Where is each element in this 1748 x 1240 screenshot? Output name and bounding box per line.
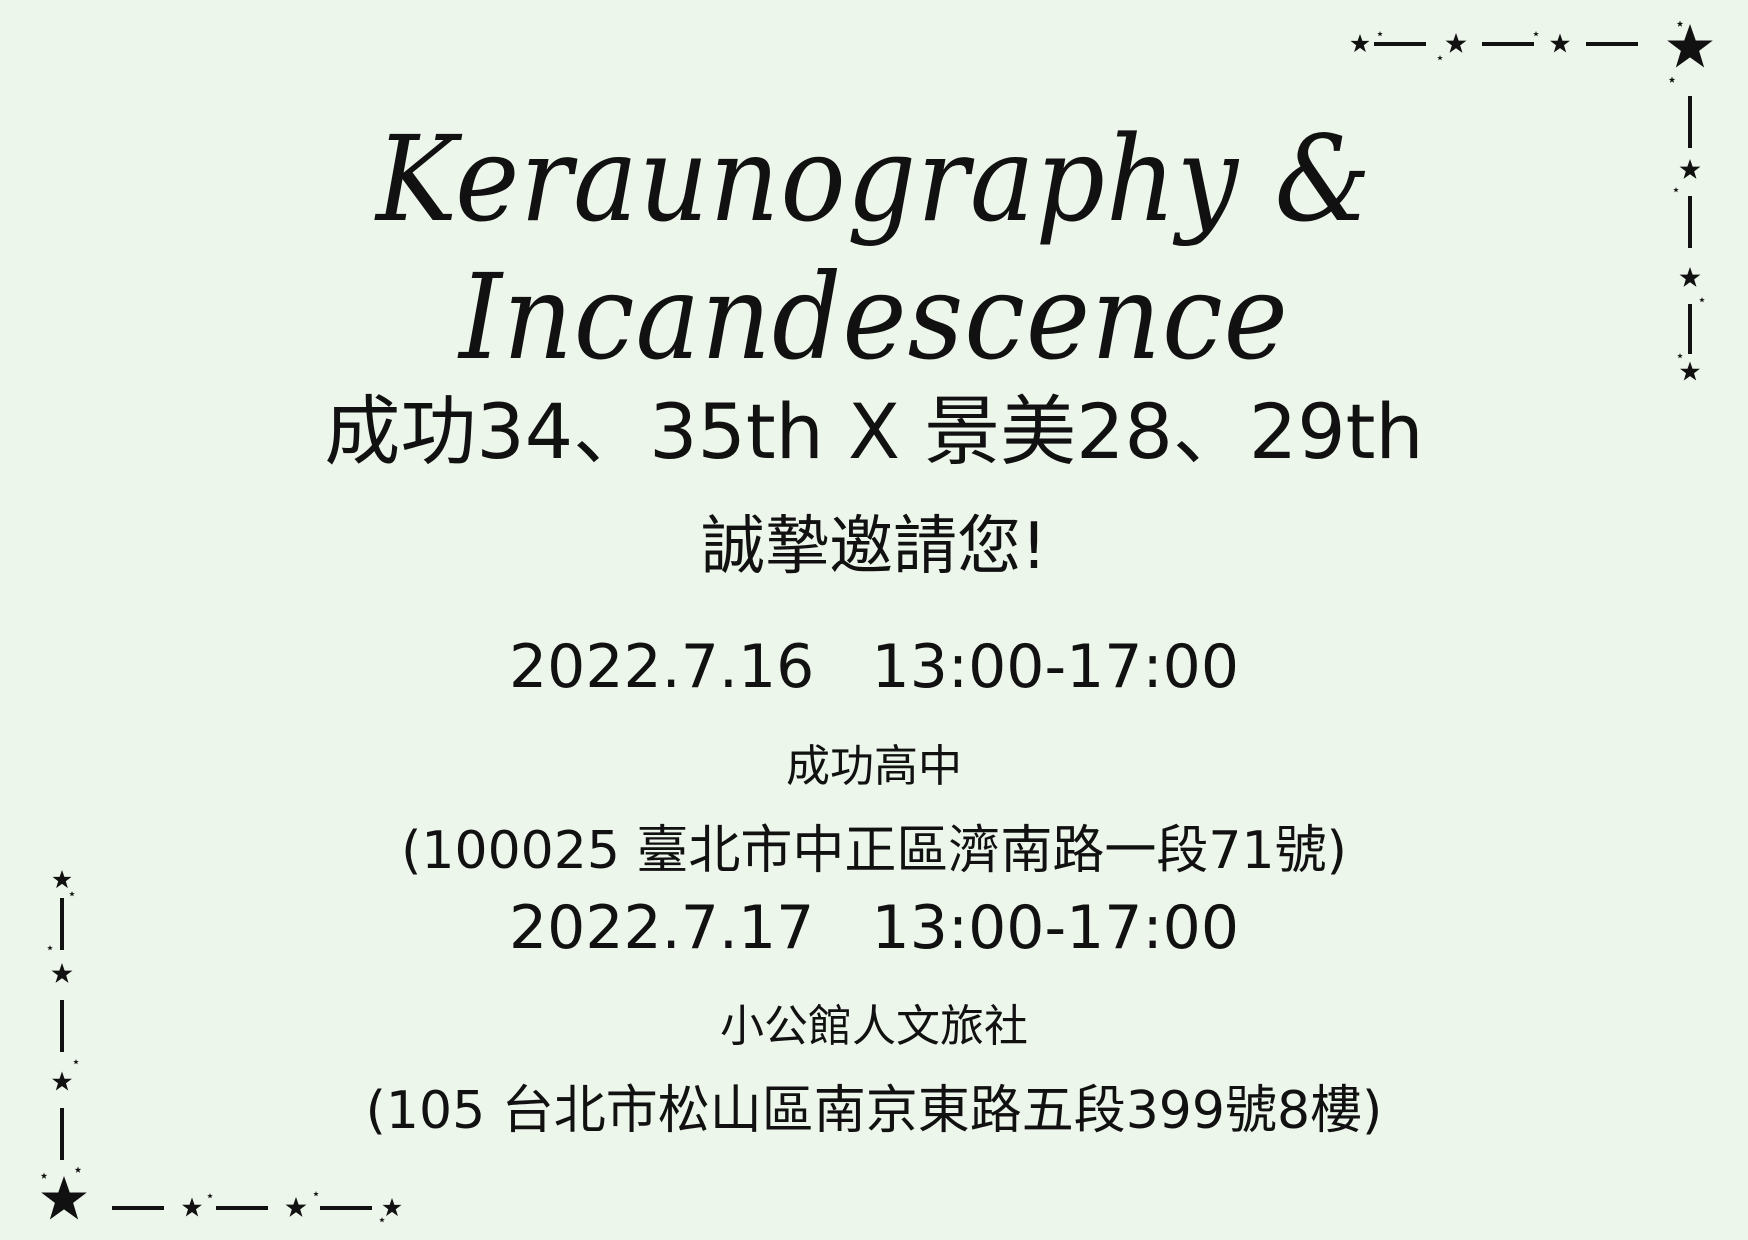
event-1-address: (100025 臺北市中正區濟南路一段71號) [401, 821, 1347, 881]
event-2-address: (105 台北市松山區南京東路五段399號8樓) [365, 1081, 1383, 1141]
invitation-card: Keraunography & Incandescence 成功34、35th … [0, 0, 1748, 1240]
event-2-venue: 小公館人文旅社 [720, 1001, 1028, 1052]
event-1-datetime: 2022.7.16 13:00-17:00 [508, 632, 1240, 702]
script-title: Keraunography & Incandescence [375, 110, 1373, 386]
event-2-datetime: 2022.7.17 13:00-17:00 [508, 893, 1240, 963]
schools-line: 成功34、35th X 景美28、29th [324, 387, 1424, 476]
event-1-venue: 成功高中 [786, 741, 962, 792]
invite-line: 誠摯邀請您! [701, 510, 1047, 584]
